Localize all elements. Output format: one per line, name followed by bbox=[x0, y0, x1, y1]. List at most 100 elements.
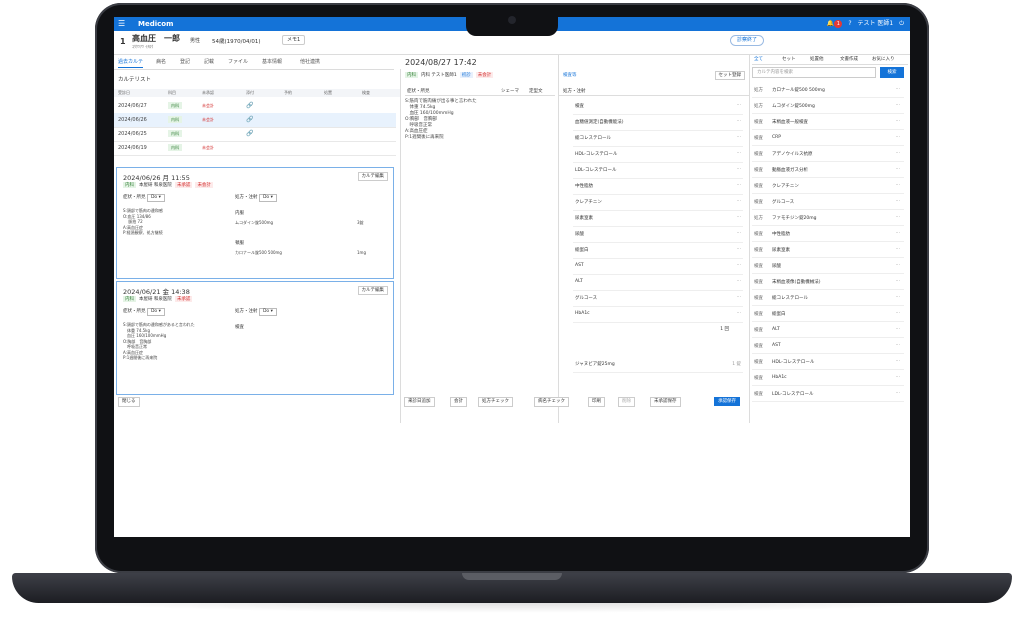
save-button[interactable]: 承認保存 bbox=[714, 397, 740, 406]
search-result-item[interactable]: 検査 尿酸 ⋯ bbox=[752, 258, 904, 274]
help-icon[interactable]: ? bbox=[848, 18, 851, 30]
laptop-base-notch bbox=[462, 573, 562, 580]
search-result-item[interactable]: 検査 アデノウイルス抗原 ⋯ bbox=[752, 146, 904, 162]
order-item[interactable]: ジャヌビア錠25mg 1 錠 bbox=[573, 356, 743, 373]
search-result-item[interactable]: 検査 末梢血液像(自動機械法) ⋯ bbox=[752, 274, 904, 290]
tab-basic-info[interactable]: 基本情報 bbox=[262, 58, 282, 65]
print-button[interactable]: 印刷 bbox=[588, 397, 605, 407]
more-icon[interactable]: ⋯ bbox=[896, 263, 901, 268]
karte-edit-button[interactable]: カルテ編集 bbox=[357, 286, 388, 295]
more-icon[interactable]: ⋯ bbox=[896, 151, 901, 156]
more-icon[interactable]: ⋯ bbox=[896, 119, 901, 124]
search-result-item[interactable]: 処方 カロナール錠500 500mg ⋯ bbox=[752, 82, 904, 98]
more-icon[interactable]: ⋯ bbox=[896, 103, 901, 108]
memo-button[interactable]: メモ1 bbox=[282, 35, 306, 45]
patient-number: 1 bbox=[120, 37, 126, 46]
order-item[interactable]: クレアチニン ⋯ bbox=[573, 194, 743, 211]
search-button[interactable]: 検索 bbox=[880, 67, 904, 78]
order-item[interactable]: 総コレステロール ⋯ bbox=[573, 130, 743, 147]
tab-registry[interactable]: 登記 bbox=[180, 58, 190, 65]
order-item[interactable]: LDL-コレステロール ⋯ bbox=[573, 162, 743, 179]
karte-row[interactable]: 2024/06/26 内科 未会計 🔗 bbox=[114, 113, 396, 128]
tab-document[interactable]: 文書作成 bbox=[840, 56, 858, 62]
more-icon[interactable]: ⋯ bbox=[896, 135, 901, 140]
search-result-item[interactable]: 検査 尿素窒素 ⋯ bbox=[752, 242, 904, 258]
order-panel: 検査等 セット登録 処方・注射 検査 ⋯ 血糖値測定(自動機能法) ⋯ 総コレステロ… bbox=[558, 54, 750, 423]
search-result-item[interactable]: 検査 グルコース ⋯ bbox=[752, 194, 904, 210]
tab-all[interactable]: 全て bbox=[754, 56, 763, 62]
more-icon[interactable]: ⋯ bbox=[896, 199, 901, 204]
order-item[interactable]: HDL-コレステロール ⋯ bbox=[573, 146, 743, 163]
tab-set[interactable]: セット bbox=[782, 56, 796, 62]
more-icon[interactable]: ⋯ bbox=[896, 375, 901, 380]
order-item[interactable]: 血糖値測定(自動機能法) ⋯ bbox=[573, 114, 743, 131]
user-name[interactable]: テスト 医師1 bbox=[858, 18, 894, 30]
search-result-item[interactable]: 検査 CRP ⋯ bbox=[752, 130, 904, 146]
more-icon[interactable]: ⋯ bbox=[896, 87, 901, 92]
more-icon[interactable]: ⋯ bbox=[896, 167, 901, 172]
set-register-button[interactable]: セット登録 bbox=[714, 71, 745, 80]
order-item[interactable]: ALT ⋯ bbox=[573, 274, 743, 291]
karte-edit-button[interactable]: カルテ編集 bbox=[357, 172, 388, 181]
search-result-item[interactable]: 検査 動脈血液ガス分析 ⋯ bbox=[752, 162, 904, 178]
karte-row[interactable]: 2024/06/27 内科 未会計 🔗 bbox=[114, 99, 396, 114]
close-button[interactable]: 閉じる bbox=[118, 397, 140, 407]
search-result-item[interactable]: 検査 HbA1c ⋯ bbox=[752, 370, 904, 386]
end-consultation-button[interactable]: 診察終了 bbox=[729, 35, 764, 46]
result-kind: 検査 bbox=[754, 184, 763, 189]
search-result-item[interactable]: 検査 末梢血液一般検査 ⋯ bbox=[752, 114, 904, 130]
search-result-item[interactable]: 処方 ファモチジン錠20mg ⋯ bbox=[752, 210, 904, 226]
order-quantity[interactable]: 1 回 bbox=[720, 326, 729, 332]
search-input[interactable]: カルテ内容を検索 bbox=[752, 67, 876, 78]
tab-integration[interactable]: 他社連携 bbox=[300, 58, 320, 65]
more-icon[interactable]: ⋯ bbox=[896, 215, 901, 220]
more-icon[interactable]: ⋯ bbox=[896, 327, 901, 332]
order-item[interactable]: AST ⋯ bbox=[573, 258, 743, 275]
notification-icon[interactable]: 🔔 1 bbox=[827, 18, 843, 30]
search-result-item[interactable]: 検査 総コレステロール ⋯ bbox=[752, 290, 904, 306]
tab-past-karte[interactable]: 過去カルテ bbox=[118, 58, 144, 68]
bill-button[interactable]: 会計 bbox=[450, 397, 467, 407]
tab-record[interactable]: 記載 bbox=[204, 58, 214, 65]
patient-kana: ｺｳｹﾂｱﾂ ｲﾁﾛｳ bbox=[132, 44, 154, 49]
karte-row[interactable]: 2024/06/19 内科 未会計 bbox=[114, 141, 396, 156]
search-result-item[interactable]: 検査 ALT ⋯ bbox=[752, 322, 904, 338]
order-item[interactable]: HbA1c ⋯ bbox=[573, 306, 743, 323]
result-name: アデノウイルス抗原 bbox=[772, 152, 813, 157]
tab-treatment[interactable]: 処置他 bbox=[810, 56, 824, 62]
order-item[interactable]: 尿素窒素 ⋯ bbox=[573, 210, 743, 227]
unsaved-save-button[interactable]: 未承認保存 bbox=[650, 397, 681, 407]
logout-icon[interactable]: ⏻ bbox=[899, 18, 904, 30]
reserve-button[interactable]: 来診日追加 bbox=[404, 397, 435, 407]
more-icon[interactable]: ⋯ bbox=[896, 183, 901, 188]
soap-textarea[interactable]: S:筋肉で筋肉痛が出る事と言われた 体重 74.5kg 血圧 160/100mm… bbox=[405, 99, 477, 141]
more-icon[interactable]: ⋯ bbox=[896, 311, 901, 316]
order-item[interactable]: 中性脂肪 ⋯ bbox=[573, 178, 743, 195]
search-result-item[interactable]: 処方 ムコダイン錠500mg ⋯ bbox=[752, 98, 904, 114]
more-icon[interactable]: ⋯ bbox=[896, 279, 901, 284]
order-item[interactable]: グルコース ⋯ bbox=[573, 290, 743, 307]
order-item[interactable]: 尿酸 ⋯ bbox=[573, 226, 743, 243]
tab-favorites[interactable]: お気に入り bbox=[872, 56, 895, 62]
karte-row[interactable]: 2024/06/25 内科 🔗 bbox=[114, 127, 396, 142]
rx-check-button[interactable]: 処方チェック bbox=[478, 397, 513, 407]
delete-button[interactable]: 削除 bbox=[618, 397, 635, 407]
current-datetime[interactable]: 2024/08/27 17:42 bbox=[405, 58, 477, 67]
search-result-item[interactable]: 検査 中性脂肪 ⋯ bbox=[752, 226, 904, 242]
order-item[interactable]: 総蛋白 ⋯ bbox=[573, 242, 743, 259]
more-icon[interactable]: ⋯ bbox=[896, 359, 901, 364]
more-icon[interactable]: ⋯ bbox=[896, 231, 901, 236]
more-icon[interactable]: ⋯ bbox=[896, 343, 901, 348]
more-icon[interactable]: ⋯ bbox=[896, 295, 901, 300]
search-result-item[interactable]: 検査 クレアチニン ⋯ bbox=[752, 178, 904, 194]
more-icon[interactable]: ⋯ bbox=[896, 247, 901, 252]
search-result-item[interactable]: 検査 HDL-コレステロール ⋯ bbox=[752, 354, 904, 370]
tab-disease[interactable]: 病名 bbox=[156, 58, 166, 65]
order-item[interactable]: 検査 ⋯ bbox=[573, 98, 743, 115]
search-result-item[interactable]: 検査 AST ⋯ bbox=[752, 338, 904, 354]
disease-check-button[interactable]: 病名チェック bbox=[534, 397, 569, 407]
search-result-item[interactable]: 検査 総蛋白 ⋯ bbox=[752, 306, 904, 322]
result-kind: 検査 bbox=[754, 232, 763, 237]
hamburger-menu-icon[interactable]: ☰ bbox=[118, 19, 125, 29]
tab-file[interactable]: ファイル bbox=[228, 58, 248, 65]
